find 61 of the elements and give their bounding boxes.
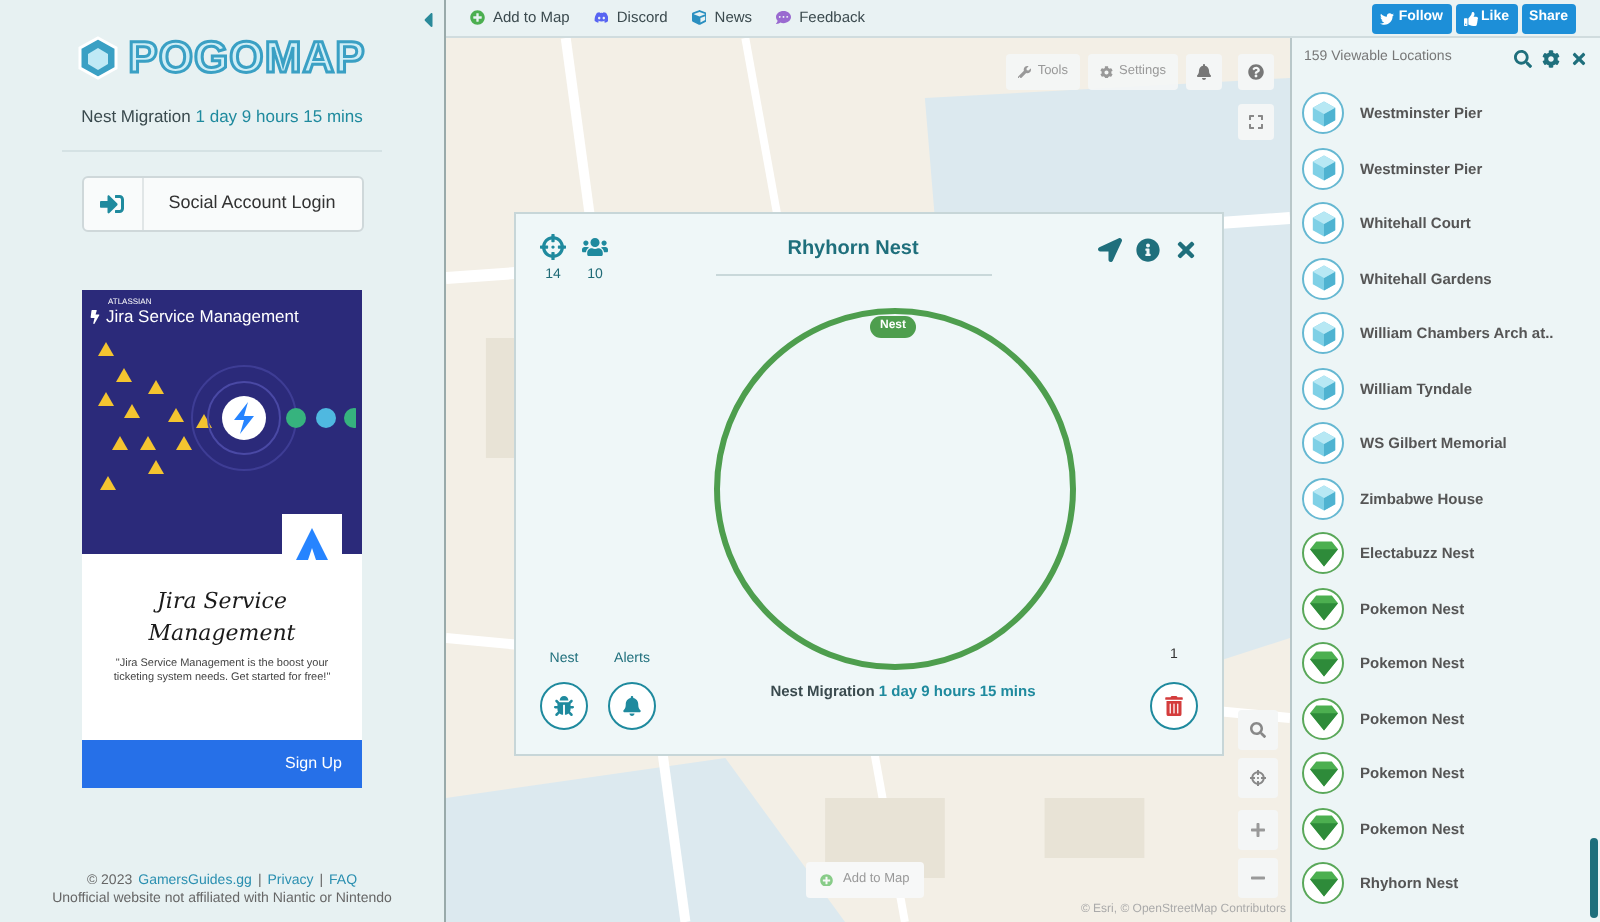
popup-title: Rhyhorn Nest <box>715 234 991 276</box>
scrollbar <box>1590 838 1598 918</box>
plus-icon <box>1250 822 1266 838</box>
cube-icon <box>1309 319 1337 348</box>
trash-icon <box>1164 696 1184 716</box>
gem-icon <box>1307 704 1339 733</box>
people-icon <box>582 234 608 260</box>
close-icon[interactable] <box>1174 238 1198 262</box>
wrench-icon <box>1018 65 1032 79</box>
gem-icon <box>1307 594 1339 623</box>
cube-icon <box>691 10 707 26</box>
thumbs-up-icon <box>1463 11 1478 25</box>
close-icon[interactable] <box>1570 49 1588 67</box>
settings-icon <box>1100 65 1113 79</box>
info-icon[interactable] <box>1136 238 1160 262</box>
bell-icon <box>622 696 642 716</box>
cube-icon <box>1309 154 1337 183</box>
ad-headline: Jira Service Management <box>146 585 298 650</box>
settings-icon[interactable] <box>1542 49 1560 67</box>
bell-icon <box>1196 64 1212 80</box>
logo-icon <box>78 35 119 79</box>
speech-bubble-icon <box>776 10 792 26</box>
chat-icon <box>593 10 609 26</box>
gem-icon <box>1307 539 1339 568</box>
expand-icon <box>1248 114 1264 130</box>
nest-button[interactable] <box>540 682 588 730</box>
login-button[interactable]: Social Account Login <box>81 175 363 232</box>
direction-icon[interactable] <box>1098 238 1122 262</box>
help-button[interactable] <box>1238 54 1274 90</box>
migration-timer: Nest Migration 1 day 9 hours 15 mins <box>81 104 363 130</box>
search-icon[interactable] <box>1514 49 1532 67</box>
cube-icon <box>1309 429 1337 458</box>
crosshair-icon <box>540 234 566 260</box>
locate-button[interactable] <box>1238 758 1278 798</box>
sign-in-icon <box>100 191 124 216</box>
logo-text: POGOMAP <box>128 30 366 86</box>
cube-icon <box>1309 484 1337 513</box>
gem-icon <box>1307 814 1339 843</box>
notifications-button[interactable] <box>1186 54 1222 90</box>
bird-icon <box>1380 11 1395 25</box>
sign-up-link[interactable]: Sign Up <box>285 751 342 776</box>
gem-icon <box>1307 869 1339 898</box>
search-button[interactable] <box>1238 710 1278 750</box>
bolt-icon <box>88 309 102 324</box>
zoom-in-button[interactable] <box>1238 810 1278 850</box>
fullscreen-button[interactable] <box>1238 104 1274 140</box>
crosshair-icon <box>1250 770 1266 786</box>
gem-icon <box>1307 649 1339 678</box>
cube-icon <box>1309 209 1337 238</box>
add-icon <box>820 873 833 887</box>
gem-icon <box>1307 759 1339 788</box>
search-icon <box>1250 722 1266 738</box>
bug-icon <box>554 696 574 716</box>
alerts-button[interactable] <box>608 682 656 730</box>
delete-button[interactable] <box>1150 682 1198 730</box>
add-icon <box>470 10 485 26</box>
cube-icon <box>1309 374 1337 403</box>
cube-icon <box>1309 99 1337 128</box>
cube-icon <box>1309 264 1337 293</box>
help-icon <box>1248 64 1264 80</box>
ad-product: Jira Service Management <box>106 305 299 327</box>
